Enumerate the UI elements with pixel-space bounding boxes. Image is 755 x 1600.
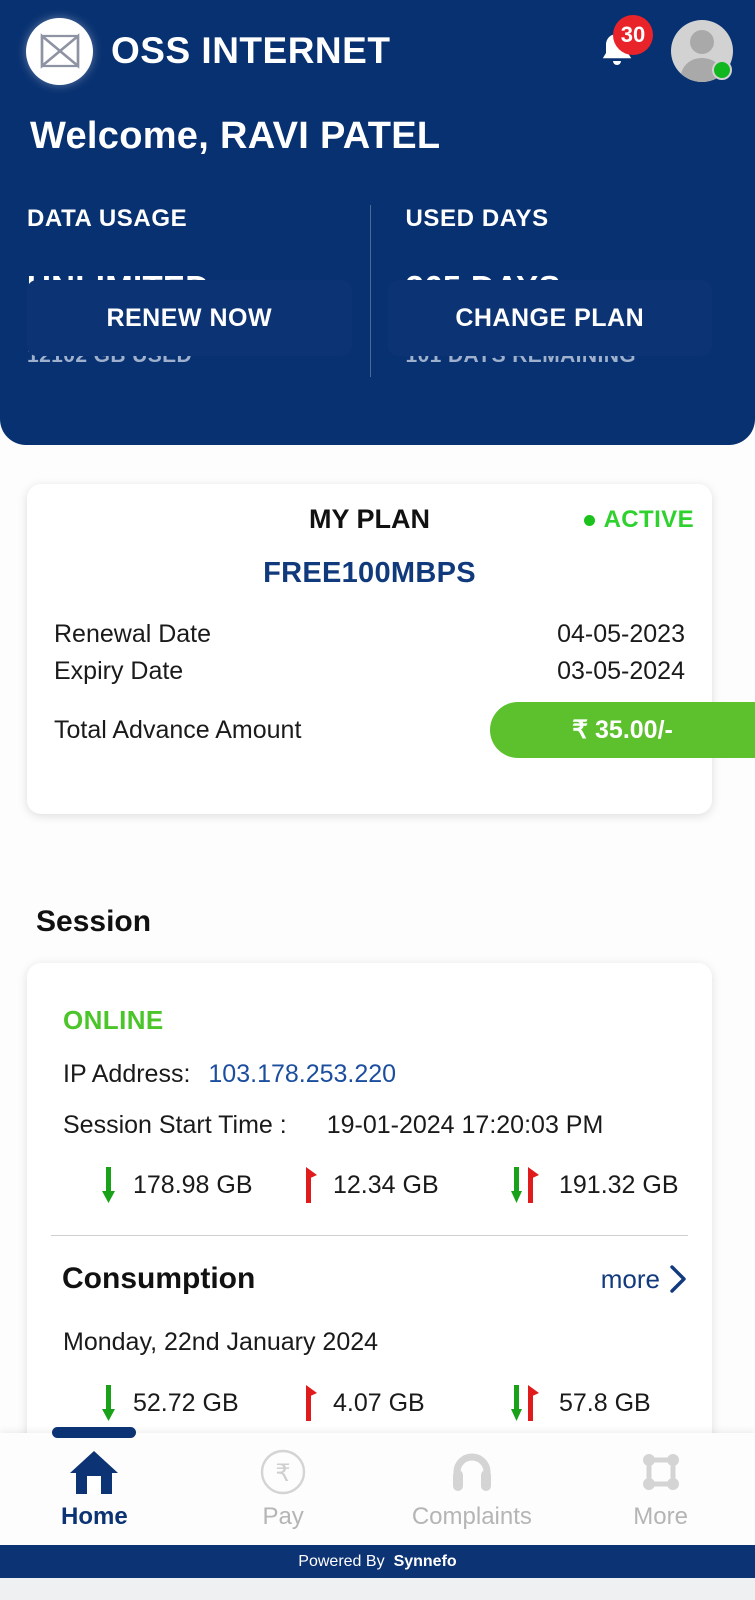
- notification-button[interactable]: 30: [597, 15, 653, 74]
- consumption-download: 52.72 GB: [99, 1383, 299, 1423]
- more-label: more: [600, 1263, 660, 1294]
- app-root: OSS INTERNET 30 Welcome, RAVI PATEL DATA…: [0, 0, 755, 1600]
- consumption-total: 57.8 GB: [511, 1383, 651, 1423]
- powered-by-label: Powered By: [298, 1552, 385, 1570]
- powered-by-brand: Synnefo: [393, 1552, 457, 1570]
- advance-amount-badge: ₹ 35.00/-: [490, 702, 755, 758]
- expiry-value: 03-05-2024: [557, 657, 685, 685]
- expiry-label: Expiry Date: [54, 657, 184, 685]
- renewal-label: Renewal Date: [54, 620, 212, 648]
- plan-detail-rows: Renewal Date 04-05-2023 Expiry Date 03-0…: [27, 620, 712, 686]
- bottom-filler: [0, 1578, 755, 1600]
- consumption-total-value: 57.8 GB: [559, 1388, 651, 1417]
- arrow-up-down-icon: [511, 1167, 539, 1203]
- consumption-upload: 4.07 GB: [299, 1383, 511, 1423]
- consumption-title: Consumption: [62, 1262, 256, 1295]
- session-start-row: Session Start Time : 19-01-2024 17:20:03…: [63, 1111, 712, 1140]
- advance-amount-row: Total Advance Amount ₹ 35.00/-: [54, 702, 755, 758]
- stat-label: DATA USAGE: [27, 205, 188, 232]
- nav-item-home[interactable]: Home: [0, 1433, 189, 1545]
- status-label: ACTIVE: [603, 506, 694, 533]
- plan-title: MY PLAN: [308, 503, 430, 534]
- session-start-value: 19-01-2024 17:20:03 PM: [326, 1111, 604, 1139]
- session-upload-value: 12.34 GB: [333, 1170, 439, 1199]
- arrow-up-icon: [306, 1385, 317, 1421]
- renewal-value: 04-05-2023: [557, 620, 685, 648]
- session-download-value: 178.98 GB: [133, 1170, 253, 1199]
- my-plan-card: MY PLAN ACTIVE FREE100MBPS Renewal Date …: [27, 484, 755, 814]
- bowtie-logo-icon: [26, 17, 93, 85]
- nav-label: Complaints: [411, 1502, 532, 1530]
- session-card: ONLINE IP Address: 103.178.253.220 Sessio…: [27, 963, 712, 1493]
- nav-item-complaints[interactable]: Complaints: [378, 1433, 567, 1545]
- nav-item-more[interactable]: More: [566, 1433, 755, 1545]
- ip-address-row: IP Address: 103.178.253.220: [63, 1060, 712, 1089]
- consumption-date: Monday, 22nd January 2024: [63, 1328, 379, 1356]
- ip-label: IP Address:: [63, 1060, 191, 1088]
- home-icon: [70, 1450, 119, 1494]
- renew-now-button[interactable]: RENEW NOW: [27, 280, 352, 356]
- session-start-label: Session Start Time :: [63, 1111, 287, 1139]
- plan-header: MY PLAN ACTIVE: [27, 484, 712, 540]
- consumption-upload-value: 4.07 GB: [333, 1388, 425, 1417]
- status-dot-icon: [583, 514, 595, 526]
- notification-badge: 30: [613, 15, 653, 55]
- stat-label: USED DAYS: [405, 205, 549, 232]
- consumption-traffic-row: 52.72 GB 4.07 GB 57.8 GB: [99, 1383, 712, 1423]
- change-plan-button[interactable]: CHANGE PLAN: [387, 280, 712, 356]
- plan-row-renewal: Renewal Date 04-05-2023: [54, 620, 685, 649]
- svg-text:₹: ₹: [275, 1459, 290, 1487]
- session-traffic-row: 178.98 GB 12.34 GB 191.32 GB: [99, 1165, 712, 1205]
- rupee-circle-icon: ₹: [260, 1449, 306, 1494]
- header: OSS INTERNET 30 Welcome, RAVI PATEL DATA…: [0, 0, 755, 445]
- avatar[interactable]: [671, 20, 733, 82]
- plan-name: FREE100MBPS: [263, 557, 476, 589]
- session-section-title: Session: [36, 905, 152, 938]
- session-total: 191.32 GB: [511, 1165, 679, 1205]
- ip-value: 103.178.253.220: [208, 1060, 397, 1088]
- arrow-up-down-icon: [511, 1385, 539, 1421]
- arrow-down-icon: [102, 1385, 115, 1421]
- app-title: OSS INTERNET: [111, 30, 391, 71]
- nav-label: More: [633, 1502, 688, 1530]
- session-status: ONLINE: [63, 1005, 164, 1035]
- arrow-up-icon: [306, 1167, 317, 1203]
- advance-label: Total Advance Amount: [54, 715, 302, 744]
- session-download: 178.98 GB: [99, 1165, 299, 1205]
- welcome-message: Welcome, RAVI PATEL: [30, 115, 441, 157]
- consumption-more-link[interactable]: more: [601, 1264, 688, 1295]
- powered-by-bar: Powered By Synnefo: [0, 1545, 755, 1578]
- nav-label: Home: [61, 1502, 128, 1530]
- nav-item-pay[interactable]: ₹ Pay: [189, 1433, 378, 1545]
- plan-actions: RENEW NOW CHANGE PLAN: [27, 280, 712, 356]
- session-total-value: 191.32 GB: [559, 1170, 679, 1199]
- headset-icon: [452, 1453, 491, 1491]
- arrow-down-icon: [102, 1167, 115, 1203]
- status-badge: ACTIVE: [583, 506, 694, 534]
- grid-dots-icon: [642, 1453, 679, 1490]
- header-top-bar: OSS INTERNET 30: [26, 15, 733, 86]
- plan-row-expiry: Expiry Date 03-05-2024: [54, 657, 685, 686]
- drag-handle[interactable]: [52, 1427, 136, 1438]
- bottom-navigation: Home ₹ Pay Complaints More: [0, 1427, 755, 1545]
- nav-label: Pay: [262, 1502, 304, 1530]
- session-upload: 12.34 GB: [299, 1165, 511, 1205]
- chevron-right-icon: [670, 1265, 686, 1293]
- consumption-download-value: 52.72 GB: [133, 1388, 239, 1417]
- consumption-header: Consumption more: [27, 1236, 712, 1296]
- header-actions: 30: [597, 15, 733, 82]
- presence-dot: [712, 60, 732, 80]
